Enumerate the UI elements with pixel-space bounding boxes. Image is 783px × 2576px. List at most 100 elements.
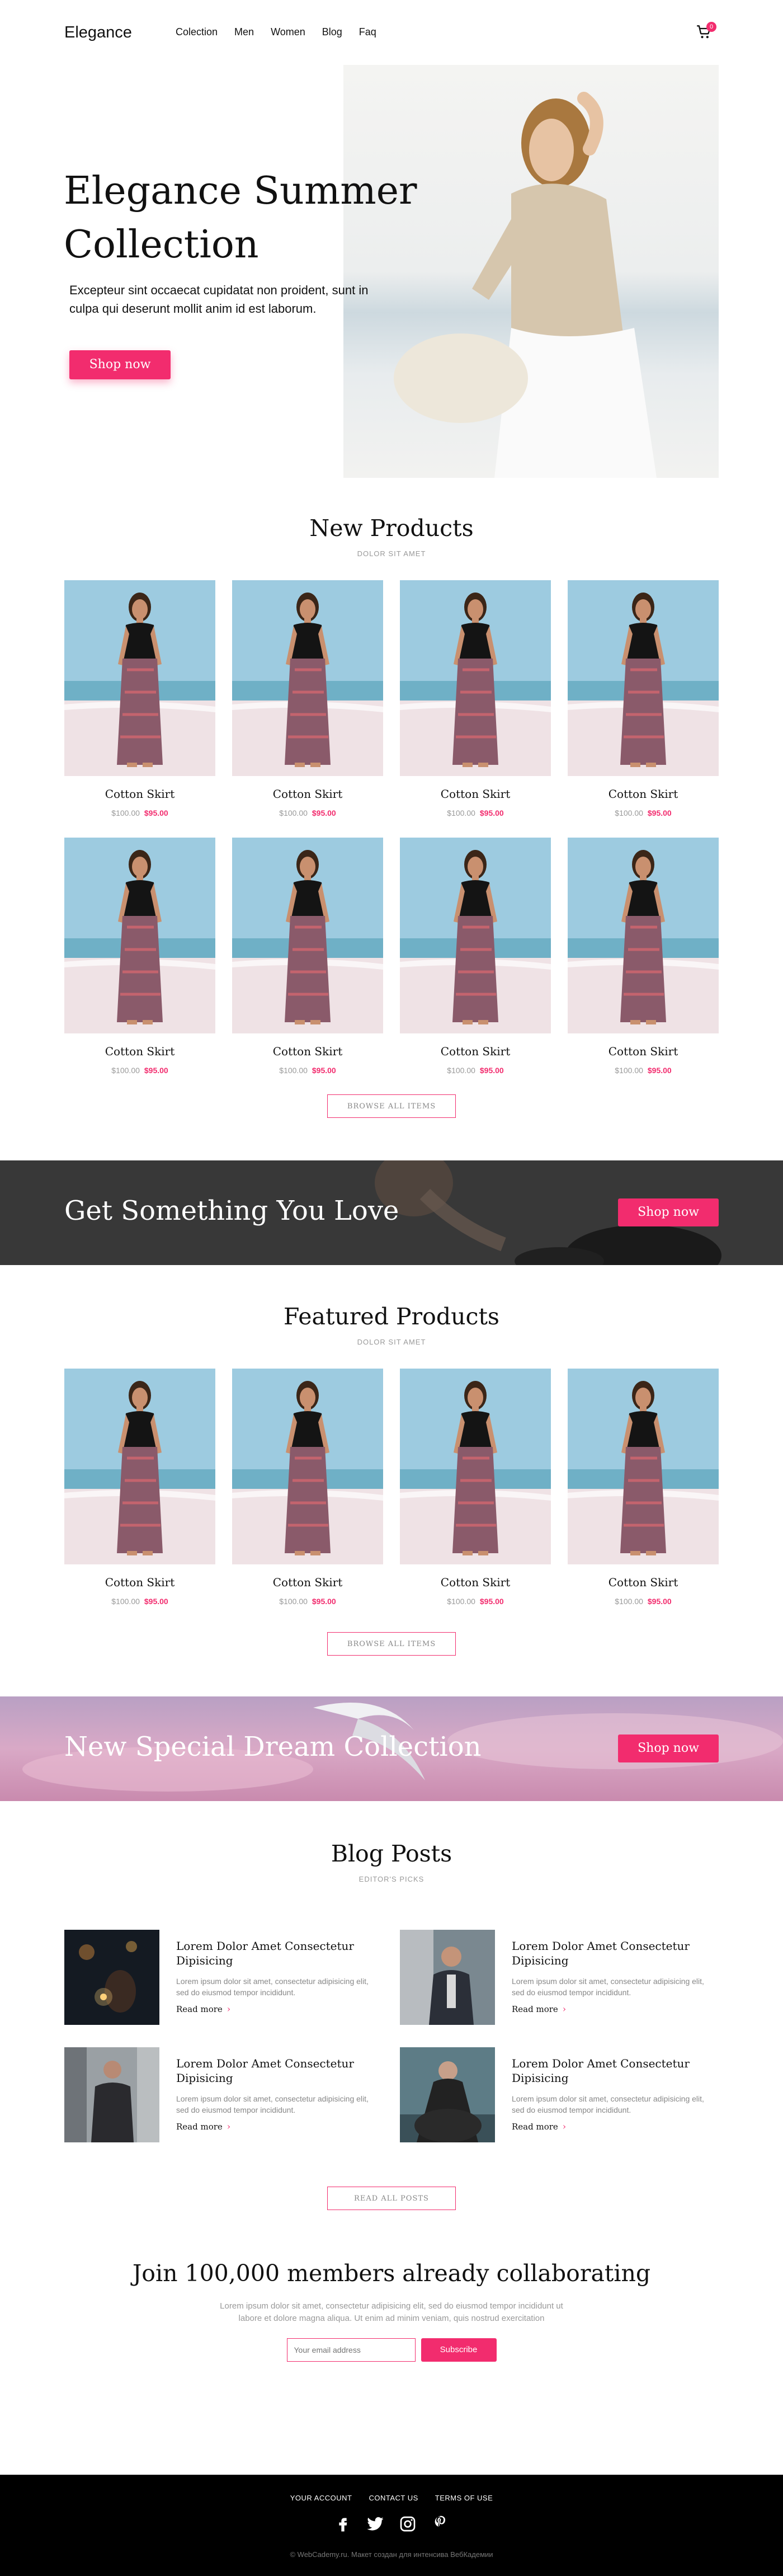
nav-item-faq[interactable]: Faq bbox=[359, 26, 376, 38]
browse-all-items-button[interactable]: BROWSE ALL ITEMS bbox=[327, 1094, 456, 1118]
product-image[interactable] bbox=[400, 1369, 551, 1564]
chevron-right-icon: › bbox=[227, 2004, 231, 2014]
cart-button[interactable]: 0 bbox=[696, 22, 716, 41]
read-more-label: Read more bbox=[512, 2121, 558, 2132]
read-more-link[interactable]: Read more › bbox=[512, 2121, 566, 2132]
footer-link-terms-of-use[interactable]: TERMS OF USE bbox=[435, 2494, 493, 2502]
product-image[interactable] bbox=[232, 1369, 383, 1564]
blog-post-text: Lorem ipsum dolor sit amet, consectetur … bbox=[512, 1977, 704, 1997]
product-image[interactable] bbox=[568, 1369, 719, 1564]
subscribe-button[interactable]: Subscribe bbox=[421, 2338, 497, 2362]
product-image[interactable] bbox=[64, 838, 215, 1033]
hero-shop-now-button[interactable]: Shop now bbox=[69, 350, 171, 379]
nav-item-colection[interactable]: Colection bbox=[176, 26, 218, 38]
blog-post-title[interactable]: Lorem Dolor Amet Consectetur Dipisicing bbox=[176, 1939, 378, 1968]
product-old-price: $100.00 bbox=[279, 808, 308, 817]
product-prices: $100.00 $95.00 bbox=[232, 808, 383, 817]
product-price: $95.00 bbox=[144, 1597, 168, 1606]
product-card[interactable]: Cotton Skirt $100.00 $95.00 bbox=[568, 580, 719, 817]
product-name[interactable]: Cotton Skirt bbox=[400, 787, 551, 801]
cart-count-badge: 0 bbox=[706, 22, 716, 32]
product-name[interactable]: Cotton Skirt bbox=[64, 787, 215, 801]
blog-post[interactable]: Lorem Dolor Amet Consectetur Dipisicing … bbox=[400, 2047, 719, 2142]
product-card[interactable]: Cotton Skirt $100.00 $95.00 bbox=[400, 838, 551, 1075]
product-image[interactable] bbox=[400, 838, 551, 1033]
nav-item-blog[interactable]: Blog bbox=[322, 26, 342, 38]
product-price: $95.00 bbox=[312, 1066, 336, 1075]
blog-post[interactable]: Lorem Dolor Amet Consectetur Dipisicing … bbox=[64, 2047, 383, 2142]
product-old-price: $100.00 bbox=[111, 808, 140, 817]
new-products-section: New Products DOLOR SIT AMET Cotton Skirt… bbox=[0, 479, 783, 1160]
blog-title: Blog Posts bbox=[331, 1840, 452, 1867]
product-image[interactable] bbox=[232, 580, 383, 776]
blog-post-title[interactable]: Lorem Dolor Amet Consectetur Dipisicing bbox=[512, 1939, 713, 1968]
banner-shop-now-button[interactable]: Shop now bbox=[618, 1198, 719, 1226]
social-icons bbox=[0, 2515, 783, 2533]
blog-post-text: Lorem ipsum dolor sit amet, consectetur … bbox=[176, 1977, 369, 1997]
nav-item-men[interactable]: Men bbox=[234, 26, 254, 38]
product-image[interactable] bbox=[400, 580, 551, 776]
product-prices: $100.00 $95.00 bbox=[232, 1597, 383, 1606]
main-nav: Colection Men Women Blog Faq bbox=[176, 26, 393, 38]
newsletter-form: Subscribe bbox=[0, 2338, 783, 2362]
product-price: $95.00 bbox=[647, 1066, 672, 1075]
product-card[interactable]: Cotton Skirt $100.00 $95.00 bbox=[568, 838, 719, 1075]
read-all-posts-button[interactable]: READ ALL POSTS bbox=[327, 2187, 456, 2210]
product-name[interactable]: Cotton Skirt bbox=[64, 1576, 215, 1589]
product-card[interactable]: Cotton Skirt $100.00 $95.00 bbox=[232, 838, 383, 1075]
blog-post-image[interactable] bbox=[64, 2047, 159, 2142]
product-price: $95.00 bbox=[479, 1066, 504, 1075]
blog-post[interactable]: Lorem Dolor Amet Consectetur Dipisicing … bbox=[400, 1930, 719, 2025]
product-card[interactable]: Cotton Skirt $100.00 $95.00 bbox=[64, 838, 215, 1075]
product-image[interactable] bbox=[232, 838, 383, 1033]
product-name[interactable]: Cotton Skirt bbox=[400, 1045, 551, 1058]
product-card[interactable]: Cotton Skirt $100.00 $95.00 bbox=[400, 580, 551, 817]
blog-post-image[interactable] bbox=[64, 1930, 159, 2025]
product-name[interactable]: Cotton Skirt bbox=[232, 1045, 383, 1058]
blog-post-image[interactable] bbox=[400, 1930, 495, 2025]
product-card[interactable]: Cotton Skirt $100.00 $95.00 bbox=[232, 580, 383, 817]
blog-post[interactable]: Lorem Dolor Amet Consectetur Dipisicing … bbox=[64, 1930, 383, 2025]
banner-shop-now-button[interactable]: Shop now bbox=[618, 1734, 719, 1762]
product-name[interactable]: Cotton Skirt bbox=[568, 1576, 719, 1589]
product-old-price: $100.00 bbox=[615, 1066, 643, 1075]
pinterest-icon[interactable] bbox=[431, 2515, 449, 2533]
logo[interactable]: Elegance bbox=[64, 23, 132, 42]
product-image[interactable] bbox=[568, 838, 719, 1033]
read-more-link[interactable]: Read more › bbox=[512, 2004, 566, 2014]
facebook-icon[interactable] bbox=[334, 2515, 352, 2533]
product-name[interactable]: Cotton Skirt bbox=[400, 1576, 551, 1589]
footer-link-your-account[interactable]: YOUR ACCOUNT bbox=[290, 2494, 352, 2502]
product-name[interactable]: Cotton Skirt bbox=[232, 787, 383, 801]
product-image[interactable] bbox=[64, 580, 215, 776]
product-image[interactable] bbox=[64, 1369, 215, 1564]
product-card[interactable]: Cotton Skirt $100.00 $95.00 bbox=[568, 1369, 719, 1606]
site-footer: YOUR ACCOUNT CONTACT US TERMS OF USE © W… bbox=[0, 2475, 783, 2576]
blog-post-title[interactable]: Lorem Dolor Amet Consectetur Dipisicing bbox=[176, 2056, 378, 2085]
footer-link-contact-us[interactable]: CONTACT US bbox=[369, 2494, 418, 2502]
product-name[interactable]: Cotton Skirt bbox=[568, 787, 719, 801]
browse-all-featured-button[interactable]: BROWSE ALL ITEMS bbox=[327, 1632, 456, 1656]
read-more-link[interactable]: Read more › bbox=[176, 2004, 230, 2014]
read-more-link[interactable]: Read more › bbox=[176, 2121, 230, 2132]
product-old-price: $100.00 bbox=[615, 1597, 643, 1606]
product-image[interactable] bbox=[568, 580, 719, 776]
twitter-icon[interactable] bbox=[366, 2515, 384, 2533]
newsletter-title: Join 100,000 members already collaborati… bbox=[132, 2260, 651, 2287]
instagram-icon[interactable] bbox=[399, 2515, 417, 2533]
product-name[interactable]: Cotton Skirt bbox=[64, 1045, 215, 1058]
nav-item-women[interactable]: Women bbox=[271, 26, 305, 38]
product-name[interactable]: Cotton Skirt bbox=[568, 1045, 719, 1058]
product-card[interactable]: Cotton Skirt $100.00 $95.00 bbox=[64, 580, 215, 817]
product-name[interactable]: Cotton Skirt bbox=[232, 1576, 383, 1589]
footer-links: YOUR ACCOUNT CONTACT US TERMS OF USE bbox=[0, 2494, 783, 2502]
blog-post-title[interactable]: Lorem Dolor Amet Consectetur Dipisicing bbox=[512, 2056, 713, 2085]
product-old-price: $100.00 bbox=[447, 1066, 475, 1075]
product-card[interactable]: Cotton Skirt $100.00 $95.00 bbox=[232, 1369, 383, 1606]
product-card[interactable]: Cotton Skirt $100.00 $95.00 bbox=[400, 1369, 551, 1606]
product-card[interactable]: Cotton Skirt $100.00 $95.00 bbox=[64, 1369, 215, 1606]
new-products-title: New Products bbox=[309, 515, 474, 542]
chevron-right-icon: › bbox=[227, 2121, 231, 2132]
blog-post-image[interactable] bbox=[400, 2047, 495, 2142]
email-field[interactable] bbox=[286, 2338, 416, 2362]
